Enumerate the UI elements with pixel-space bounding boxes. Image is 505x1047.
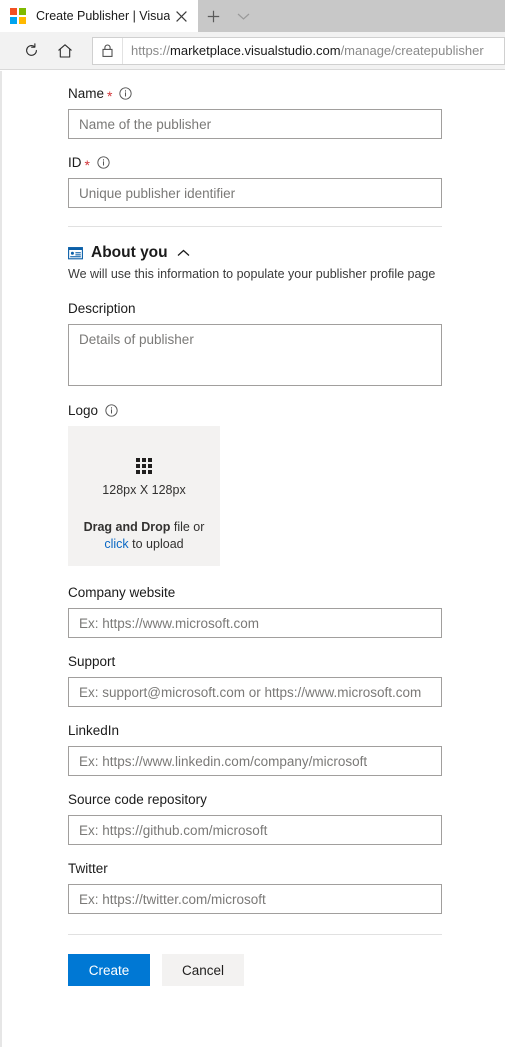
required-asterisk: * [107,87,113,104]
chevron-up-icon[interactable] [177,249,190,257]
url-scheme: https:// [131,42,171,58]
grid-icon [136,458,152,474]
create-publisher-form: Name * ID * [2,71,505,986]
field-source-repo: Source code repository [68,791,505,845]
chevron-down-icon[interactable] [228,0,258,32]
url-host: marketplace.visualstudio.com [170,42,341,58]
label-linkedin: LinkedIn [68,722,505,739]
lock-icon [93,37,123,64]
info-icon[interactable] [119,87,133,100]
refresh-icon[interactable] [14,36,48,66]
about-you-section-header[interactable]: About you [68,244,505,262]
label-id-text: ID [68,155,82,170]
url-text: https://marketplace.visualstudio.com/man… [123,38,484,64]
label-source-repo: Source code repository [68,791,505,808]
microsoft-logo-icon [10,8,26,24]
label-company-website-text: Company website [68,585,176,600]
drag-rest: file or [170,520,205,534]
logo-drag-drop-text: Drag and Drop file or click to upload [84,519,205,553]
name-input[interactable] [68,109,442,139]
label-name: Name * [68,85,505,104]
logo-dropzone[interactable]: 128px X 128px Drag and Drop file or clic… [68,426,220,566]
tab-strip: Create Publisher | Visua [0,0,505,32]
browser-window: Create Publisher | Visua https://marketp… [0,0,505,1047]
source-repo-input[interactable] [68,815,442,845]
label-source-repo-text: Source code repository [68,792,207,807]
url-path: /manage/createpublisher [340,42,484,58]
field-name: Name * [68,85,505,139]
label-id: ID * [68,154,505,173]
field-company-website: Company website [68,584,505,638]
tab-title: Create Publisher | Visua [36,9,170,23]
info-icon[interactable] [105,404,118,417]
field-description: Description [68,300,505,386]
id-input[interactable] [68,178,442,208]
drag-and-drop-bold: Drag and Drop [83,520,171,534]
home-icon[interactable] [48,36,82,66]
field-logo: Logo 128px X 128px Drag and Drop file or… [68,402,505,566]
page-content: Name * ID * [0,71,505,1047]
label-description-text: Description [68,301,136,316]
browser-toolbar: https://marketplace.visualstudio.com/man… [0,32,505,70]
cancel-button[interactable]: Cancel [162,954,244,986]
field-support: Support [68,653,505,707]
label-support-text: Support [68,654,116,669]
logo-dimensions-text: 128px X 128px [102,483,186,497]
label-logo-text: Logo [68,403,99,418]
label-company-website: Company website [68,584,505,601]
field-linkedin: LinkedIn [68,722,505,776]
label-twitter-text: Twitter [68,861,108,876]
label-twitter: Twitter [68,860,505,877]
footer-divider [68,934,442,935]
new-tab-button[interactable] [198,0,228,32]
field-twitter: Twitter [68,860,505,914]
description-textarea[interactable] [68,324,442,386]
required-asterisk: * [84,156,90,173]
label-support: Support [68,653,505,670]
form-actions: Create Cancel [68,954,505,986]
info-icon[interactable] [97,156,110,169]
about-you-subtitle: We will use this information to populate… [68,267,436,281]
label-name-text: Name [68,86,105,101]
twitter-input[interactable] [68,884,442,914]
support-input[interactable] [68,677,442,707]
profile-card-icon [68,246,83,260]
label-logo: Logo [68,402,505,419]
company-website-input[interactable] [68,608,442,638]
field-id: ID * [68,154,505,208]
close-icon[interactable] [170,5,192,27]
click-rest: to upload [128,537,184,551]
browser-tab-create-publisher[interactable]: Create Publisher | Visua [0,0,198,32]
about-you-title: About you [91,244,168,261]
create-button[interactable]: Create [68,954,150,986]
click-to-upload-link[interactable]: click [104,537,128,551]
label-description: Description [68,300,505,317]
label-linkedin-text: LinkedIn [68,723,120,738]
section-divider [68,226,442,227]
linkedin-input[interactable] [68,746,442,776]
address-bar[interactable]: https://marketplace.visualstudio.com/man… [92,36,505,65]
